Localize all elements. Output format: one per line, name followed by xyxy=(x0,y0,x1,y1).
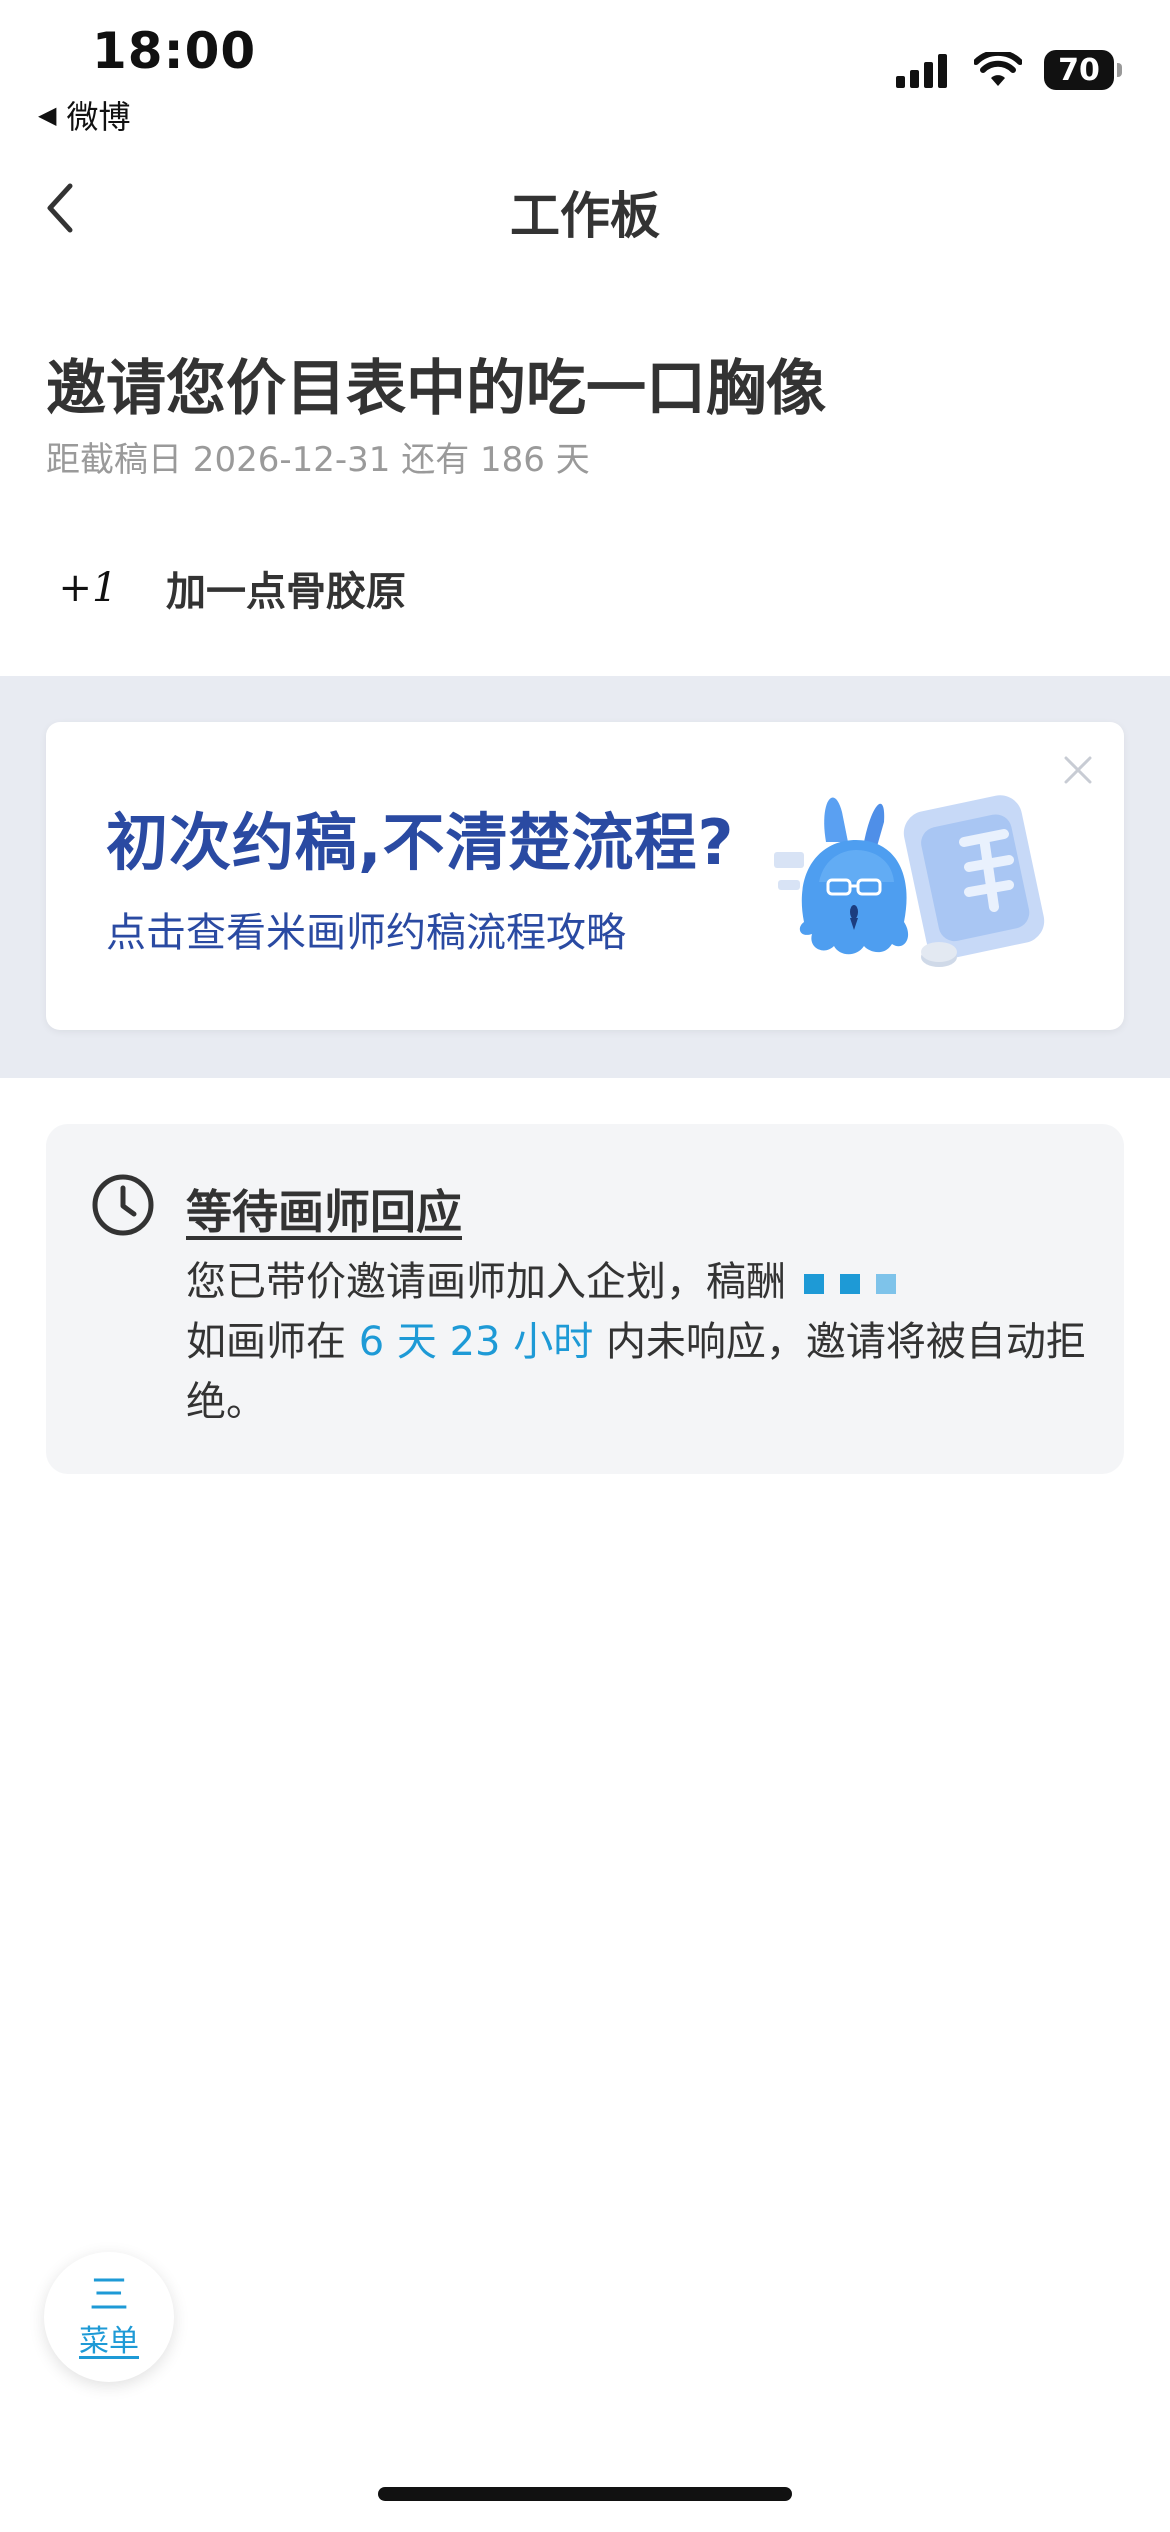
status-indicators: 70 xyxy=(896,50,1122,90)
back-triangle-icon: ◀ xyxy=(38,101,57,129)
artist-row[interactable]: +1 加一点骨胶原 xyxy=(46,552,406,624)
home-indicator[interactable] xyxy=(378,2487,792,2501)
redacted-fee xyxy=(804,1274,896,1294)
guide-banner-section: 初次约稿,不清楚流程? 点击查看米画师约稿流程攻略 xyxy=(0,676,1170,1078)
page-title: 工作板 xyxy=(510,187,660,245)
menu-icon: 三 xyxy=(89,2272,129,2318)
countdown-text: 6 天 23 小时 xyxy=(358,1319,594,1365)
request-title: 邀请您价目表中的吃一口胸像 xyxy=(46,354,826,424)
status-line2-prefix: 如画师在 xyxy=(186,1319,346,1365)
menu-button[interactable]: 三 菜单 xyxy=(44,2252,174,2382)
battery-icon: 70 xyxy=(1044,50,1122,90)
artist-name[interactable]: 加一点骨胶原 xyxy=(166,559,406,617)
invitation-status-card: 等待画师回应 您已带价邀请画师加入企划，稿酬 如画师在 6 天 23 小时 内未… xyxy=(46,1124,1124,1474)
battery-level: 70 xyxy=(1058,52,1100,88)
return-app-label: 微博 xyxy=(66,98,131,136)
clock-icon xyxy=(92,1174,154,1236)
status-line1: 您已带价邀请画师加入企划，稿酬 xyxy=(186,1259,786,1305)
status-time: 18:00 xyxy=(92,22,257,80)
banner-title: 初次约稿,不清楚流程? xyxy=(106,806,735,879)
cellular-signal-icon xyxy=(896,54,947,88)
return-to-app-button[interactable]: ◀ 微博 xyxy=(38,92,130,138)
close-icon[interactable] xyxy=(1056,748,1100,792)
banner-subtitle[interactable]: 点击查看米画师约稿流程攻略 xyxy=(106,900,626,958)
deadline-text: 距截稿日 2026-12-31 还有 186 天 xyxy=(46,440,590,480)
menu-label: 菜单 xyxy=(79,2324,139,2359)
wifi-icon xyxy=(974,52,1022,86)
status-title[interactable]: 等待画师回应 xyxy=(186,1176,462,1242)
status-description: 您已带价邀请画师加入企划，稿酬 如画师在 6 天 23 小时 内未响应，邀请将被… xyxy=(186,1252,1086,1432)
work-board-screen: 18:00 ◀ 微博 70 工作板 邀请您价目表中的吃一口胸像 距截稿日 202… xyxy=(0,0,1170,2532)
artist-avatar[interactable]: +1 xyxy=(46,552,130,624)
mascot-illustration xyxy=(774,795,1045,967)
guide-banner[interactable]: 初次约稿,不清楚流程? 点击查看米画师约稿流程攻略 xyxy=(46,722,1124,1030)
